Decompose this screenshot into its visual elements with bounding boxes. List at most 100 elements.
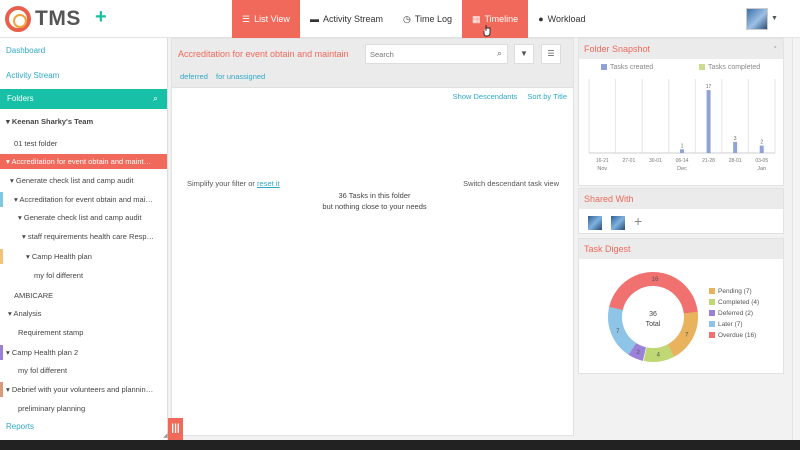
x-tick-label: 30-01 — [649, 158, 662, 164]
legend-swatch — [709, 299, 715, 306]
legend-created-label: Tasks created — [610, 64, 654, 71]
avatar[interactable] — [746, 8, 768, 30]
folders-header[interactable]: Folders ⌕ — [0, 89, 167, 109]
x-tick-label: 28-01 — [729, 158, 742, 164]
sidebar-item-activity-stream[interactable]: Activity Stream — [6, 71, 59, 80]
month-label: Dec — [677, 166, 687, 172]
folder-item[interactable]: my fol different — [0, 363, 167, 378]
avatar[interactable] — [588, 216, 602, 230]
tab-deferred[interactable]: deferred — [180, 72, 208, 81]
folder-item[interactable]: ▾ staff requirements health care Resp… — [0, 229, 167, 244]
search-icon[interactable]: ⌕ — [153, 93, 158, 104]
legend-swatch-created — [601, 64, 607, 71]
month-label: Jan — [757, 166, 766, 172]
folder-item[interactable]: preliminary planning — [0, 401, 167, 416]
resize-handle-icon[interactable]: ◢ — [163, 432, 168, 439]
empty-state-count: 36 Tasks in this folder — [338, 191, 411, 200]
scrollbar[interactable] — [792, 38, 800, 440]
legend-item[interactable]: Pending (7) — [709, 288, 752, 295]
sort-link[interactable]: Sort by Title — [527, 92, 567, 101]
view-options: Show Descendants Sort by Title — [445, 92, 567, 101]
folder-item[interactable]: ▾ Accreditation for event obtain and mai… — [0, 192, 167, 207]
task-digest-donut: 74271636Total — [608, 272, 698, 362]
comment-icon: ▬ — [309, 14, 319, 24]
empty-state: 36 Tasks in this folder but nothing clos… — [292, 190, 457, 212]
snapshot-chart: 16-21 27-01 30-01 1 06-14 17 21-28 3 28-01 2 03-05… — [588, 79, 776, 172]
search-icon[interactable]: ⌕ — [497, 48, 502, 59]
add-share-button[interactable]: + — [634, 213, 642, 229]
folder-snapshot-header: Folder Snapshot ◔ — [579, 39, 783, 59]
task-digest-header: Task Digest — [579, 239, 783, 259]
tab-time-log[interactable]: ◷ Time Log — [393, 0, 462, 38]
legend-swatch — [709, 332, 715, 339]
folder-label: my fol different — [18, 366, 68, 375]
hand-cursor-icon — [483, 25, 491, 37]
donut-total-value: 36 — [649, 311, 657, 318]
add-new-button[interactable]: + — [95, 7, 107, 27]
folder-label: Generate check list and camp audit — [15, 176, 134, 185]
folder-item[interactable]: AMBICARE — [0, 288, 167, 303]
folder-label: my fol different — [34, 271, 84, 280]
folder-item[interactable]: Requirement stamp — [0, 325, 167, 340]
folder-item[interactable]: ▾ Accreditation for event obtain and mai… — [0, 154, 167, 169]
folder-item[interactable]: ▾ Generate check list and camp audit — [0, 173, 167, 188]
folder-item[interactable]: ▾ Debrief with your volunteers and plann… — [0, 382, 167, 397]
avatar[interactable] — [611, 216, 625, 230]
bar-value-label: 2 — [760, 140, 763, 146]
nav-label: Workload — [547, 14, 586, 24]
legend-label: Completed (4) — [718, 299, 760, 306]
folder-snapshot-panel: Folder Snapshot ◔ Tasks created Tasks co… — [578, 38, 784, 186]
folder-label: AMBICARE — [14, 291, 54, 300]
search-input[interactable] — [370, 48, 485, 61]
legend-swatch — [709, 321, 715, 328]
legend-item[interactable]: Later (7) — [709, 321, 743, 328]
search-field[interactable]: ⌕ — [365, 44, 508, 64]
folder-item[interactable]: ▾ Camp Health plan — [0, 249, 167, 264]
folder-item[interactable]: ▾ Generate check list and camp audit — [0, 210, 167, 225]
filter-icon: ▼ — [520, 49, 528, 58]
folder-label: Generate check list and camp audit — [23, 213, 142, 222]
x-tick-label: 21-28 — [702, 158, 715, 164]
bar-created — [706, 90, 711, 153]
menu-button[interactable]: ☰ — [541, 44, 561, 64]
filter-button[interactable]: ▼ — [514, 44, 534, 64]
tab-list-view[interactable]: ☰ List View — [232, 0, 300, 38]
page-title[interactable]: Accreditation for event obtain and maint… — [178, 49, 364, 59]
month-label: Nov — [597, 166, 607, 172]
legend-item[interactable]: Overdue (16) — [709, 332, 756, 339]
nav-label: Timeline — [484, 14, 519, 24]
sidebar-item-reports[interactable]: Reports — [6, 422, 34, 431]
top-navbar: TMS + ☰ List View ▬ Activity Stream ◷ Time Lo… — [0, 0, 800, 38]
folder-label: Requirement stamp — [18, 328, 84, 337]
legend-swatch-completed — [699, 64, 705, 71]
tab-timeline[interactable]: ▦ Timeline — [462, 0, 529, 38]
legend-label: Later (7) — [718, 321, 743, 328]
chevron-down-icon[interactable]: ▼ — [771, 15, 778, 22]
legend-item[interactable]: Completed (4) — [709, 299, 759, 306]
x-tick-label: 27-01 — [622, 158, 635, 164]
folder-item[interactable]: my fol different — [0, 268, 167, 283]
tab-activity-stream[interactable]: ▬ Activity Stream — [300, 0, 393, 38]
tab-unassigned[interactable]: for unassigned — [216, 72, 265, 81]
shared-with-title: Shared With — [584, 194, 634, 204]
task-digest-panel: Task Digest 7 4 2 7 16 36 Total Pending (7) Com… — [578, 238, 784, 374]
sidebar: Dashboard Activity Stream Folders ⌕ ▾ Ke… — [0, 38, 168, 440]
logo-icon — [5, 6, 31, 32]
panel-toggle-button[interactable]: ||| — [168, 418, 183, 440]
reset-filter-link[interactable]: reset it — [257, 179, 280, 188]
slice-value-label: 16 — [652, 277, 659, 283]
empty-state-hint: but nothing close to your needs — [322, 202, 427, 211]
folder-item[interactable]: ▾ Keenan Sharky's Team — [0, 114, 167, 129]
legend-item[interactable]: Deferred (2) — [709, 310, 753, 317]
folder-item[interactable]: ▾ Camp Health plan 2 — [0, 345, 167, 360]
tab-workload[interactable]: ● Workload — [528, 0, 595, 38]
show-descendants-link[interactable]: Show Descendants — [453, 92, 518, 101]
rss-icon[interactable]: ◔ — [772, 43, 777, 52]
switch-view-link[interactable]: Switch descendant task view — [463, 179, 559, 188]
sidebar-item-dashboard[interactable]: Dashboard — [6, 46, 45, 55]
folder-label: Camp Health plan 2 — [11, 348, 79, 357]
donut-total-label: Total — [646, 321, 661, 328]
bar-value-label: 17 — [706, 84, 712, 90]
folder-item[interactable]: ▾ Analysis — [0, 306, 167, 321]
folder-item[interactable]: 01 test folder — [0, 136, 167, 151]
